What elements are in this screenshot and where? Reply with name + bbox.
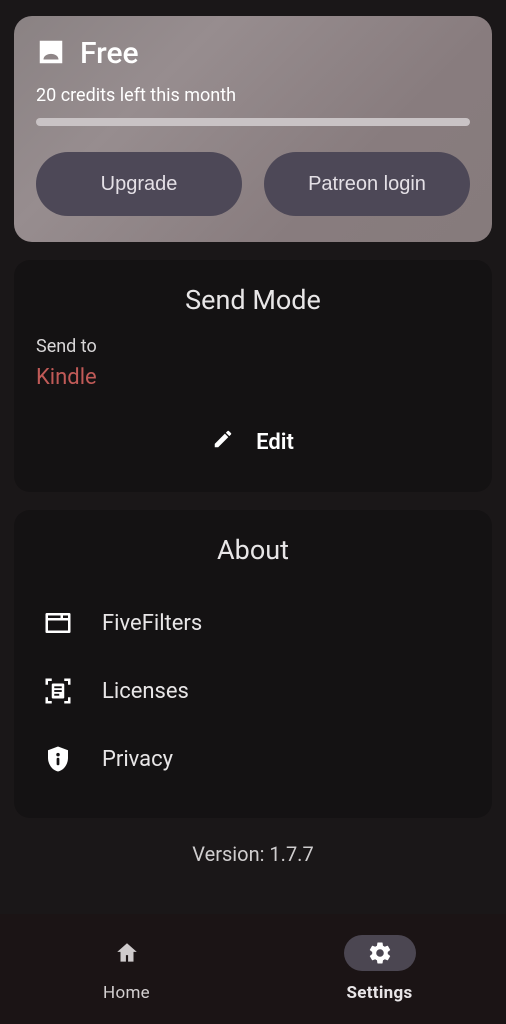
account-icon [36, 37, 66, 71]
about-title: About [36, 534, 470, 566]
edit-send-mode-button[interactable]: Edit [36, 420, 470, 464]
edit-label: Edit [256, 430, 294, 455]
gear-icon [344, 935, 416, 971]
about-item-label: Licenses [102, 679, 189, 704]
send-mode-panel: Send Mode Send to Kindle Edit [14, 260, 492, 492]
nav-settings-label: Settings [346, 983, 412, 1003]
document-scan-icon [36, 676, 80, 706]
account-card: Free 20 credits left this month Upgrade … [14, 16, 492, 242]
upgrade-button[interactable]: Upgrade [36, 152, 242, 216]
nav-home[interactable]: Home [0, 914, 253, 1024]
about-item-label: Privacy [102, 747, 173, 772]
patreon-login-button[interactable]: Patreon login [264, 152, 470, 216]
send-to-label: Send to [36, 336, 470, 357]
about-item-privacy[interactable]: Privacy [36, 728, 470, 790]
credits-remaining: 20 credits left this month [36, 85, 470, 106]
version-text: Version: 1.7.7 [14, 842, 492, 866]
send-mode-title: Send Mode [36, 284, 470, 316]
about-item-label: FiveFilters [102, 611, 202, 636]
send-to-value: Kindle [36, 365, 470, 390]
about-item-licenses[interactable]: Licenses [36, 660, 470, 722]
pencil-icon [212, 428, 234, 456]
shield-info-icon [36, 744, 80, 774]
bottom-nav: Home Settings [0, 914, 506, 1024]
nav-settings[interactable]: Settings [253, 914, 506, 1024]
about-panel: About FiveFilters Licenses Privacy [14, 510, 492, 818]
about-item-fivefilters[interactable]: FiveFilters [36, 592, 470, 654]
home-icon [91, 935, 163, 971]
credits-progress-bar [36, 118, 470, 126]
plan-name: Free [80, 36, 139, 71]
web-icon [36, 608, 80, 638]
nav-home-label: Home [103, 983, 150, 1003]
